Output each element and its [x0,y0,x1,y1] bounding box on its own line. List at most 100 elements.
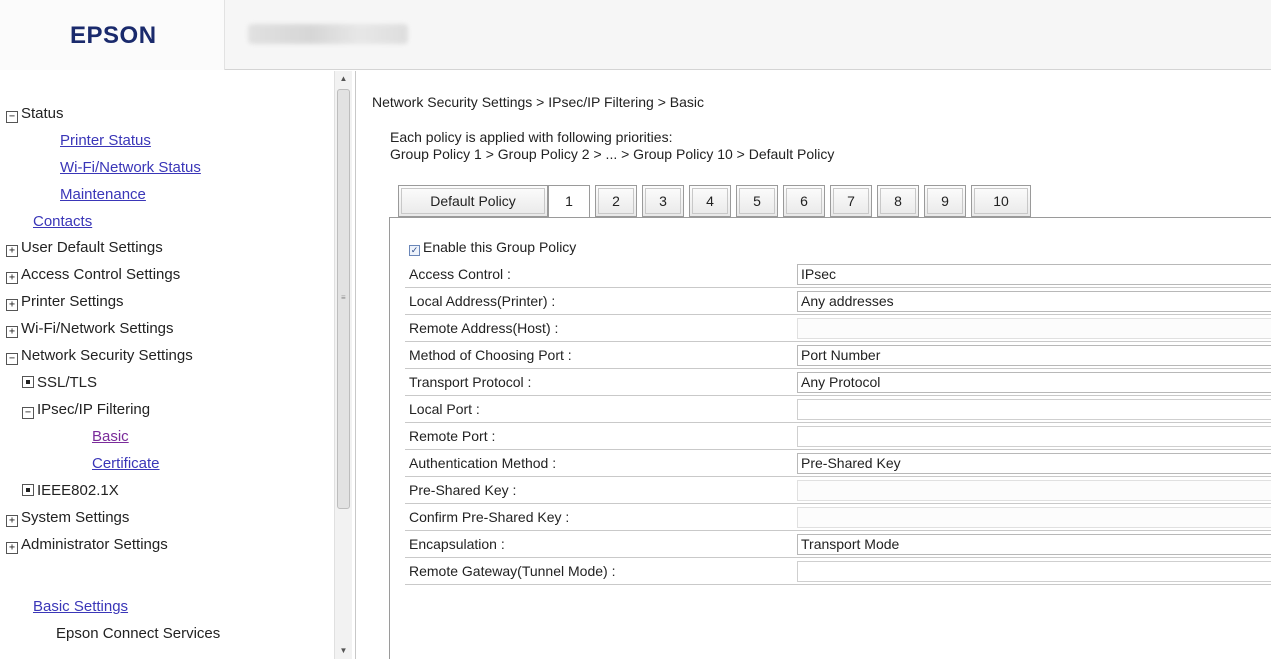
sidebar-item-ipsec-ip-filtering[interactable]: − IPsec/IP Filtering [22,400,150,420]
breadcrumb: Network Security Settings > IPsec/IP Fil… [372,94,704,110]
field-label: Encapsulation : [409,536,505,552]
grip-icon: ≡ [341,293,346,302]
expand-icon[interactable]: + [6,299,18,311]
field-label: Pre-Shared Key : [409,482,517,498]
select-value: Pre-Shared Key [801,455,901,471]
row-remote-gateway: Remote Gateway(Tunnel Mode) : [405,558,1271,585]
model-name-blurred [248,24,408,44]
local-address-select[interactable]: Any addresses▼ [797,291,1271,312]
remote-address-input[interactable] [797,318,1271,339]
tab-policy-10[interactable]: 10 [971,185,1031,217]
sidebar-item-access-control-settings[interactable]: + Access Control Settings [6,265,180,285]
collapse-icon[interactable]: − [6,111,18,123]
sidebar-link-maintenance[interactable]: Maintenance [60,185,146,205]
sidebar-item-ssl-tls[interactable]: SSL/TLS [22,373,97,393]
row-local-address: Local Address(Printer) : Any addresses▼ [405,288,1271,315]
row-remote-port: Remote Port : [405,423,1271,450]
row-access-control: Access Control : IPsec▼ [405,261,1271,288]
sidebar-item-epson-connect-services[interactable]: Epson Connect Services [56,624,220,644]
scroll-thumb[interactable]: ≡ [337,89,350,509]
tab-policy-6[interactable]: 6 [783,185,825,217]
sidebar-scrollbar[interactable]: ▲ ≡ ▼ [334,71,352,659]
method-port-select[interactable]: Port Number▼ [797,345,1271,366]
enable-group-policy[interactable]: ✓ Enable this Group Policy [409,239,576,256]
sidebar-item-printer-settings[interactable]: + Printer Settings [6,292,124,312]
sidebar-item-network-security-settings[interactable]: − Network Security Settings [6,346,193,366]
sidebar-item-label: Status [21,105,64,122]
sidebar-link-contacts[interactable]: Contacts [33,212,92,232]
remote-port-input[interactable] [797,426,1271,447]
transport-protocol-select[interactable]: Any Protocol▼ [797,372,1271,393]
sidebar-item-system-settings[interactable]: + System Settings [6,508,129,528]
bullet-square-icon [22,376,34,388]
collapse-icon[interactable]: − [22,407,34,419]
bullet-square-icon [22,484,34,496]
priority-note-line1: Each policy is applied with following pr… [390,129,673,145]
expand-icon[interactable]: + [6,245,18,257]
field-label: Authentication Method : [409,455,557,471]
collapse-icon[interactable]: − [6,353,18,365]
sidebar-item-label: IEEE802.1X [37,482,119,499]
tab-policy-9[interactable]: 9 [924,185,966,217]
tab-policy-4[interactable]: 4 [689,185,731,217]
tab-policy-1[interactable]: 1 [548,185,590,218]
row-remote-address: Remote Address(Host) : [405,315,1271,342]
access-control-select[interactable]: IPsec▼ [797,264,1271,285]
sidebar-link-certificate[interactable]: Certificate [92,454,160,474]
tab-default-policy[interactable]: Default Policy [398,185,548,217]
psk-input[interactable] [797,480,1271,501]
row-psk: Pre-Shared Key : [405,477,1271,504]
enable-label: Enable this Group Policy [423,239,577,255]
sidebar-item-label: IPsec/IP Filtering [37,401,151,418]
scroll-down-arrow-icon[interactable]: ▼ [335,643,352,659]
row-method-port: Method of Choosing Port : Port Number▼ [405,342,1271,369]
tab-policy-8[interactable]: 8 [877,185,919,217]
sidebar-item-label: SSL/TLS [37,374,98,391]
sidebar-item-user-default-settings[interactable]: + User Default Settings [6,238,163,258]
field-label: Remote Address(Host) : [409,320,559,336]
row-auth-method: Authentication Method : Pre-Shared Key▼ [405,450,1271,477]
sidebar-item-label: Administrator Settings [21,536,168,553]
sidebar-item-label: User Default Settings [21,239,163,256]
sidebar-link-basic[interactable]: Basic [92,427,129,447]
expand-icon[interactable]: + [6,272,18,284]
select-value: IPsec [801,266,837,282]
sidebar-item-label: Access Control Settings [21,266,181,283]
row-local-port: Local Port : [405,396,1271,423]
tab-label: 1 [565,193,573,209]
tab-policy-5[interactable]: 5 [736,185,778,217]
priority-note-line2: Group Policy 1 > Group Policy 2 > ... > … [390,146,835,162]
tab-policy-2[interactable]: 2 [595,185,637,217]
sidebar-item-administrator-settings[interactable]: + Administrator Settings [6,535,168,555]
field-label: Transport Protocol : [409,374,532,390]
expand-icon[interactable]: + [6,326,18,338]
encapsulation-select[interactable]: Transport Mode▼ [797,534,1271,555]
auth-method-select[interactable]: Pre-Shared Key▼ [797,453,1271,474]
sidebar-item-wifi-network-settings[interactable]: + Wi-Fi/Network Settings [6,319,174,339]
expand-icon[interactable]: + [6,542,18,554]
field-label: Access Control : [409,266,511,282]
field-label: Remote Gateway(Tunnel Mode) : [409,563,616,579]
scroll-up-arrow-icon[interactable]: ▲ [335,71,352,87]
sidebar-item-ieee8021x[interactable]: IEEE802.1X [22,481,119,501]
sidebar-item-label: Network Security Settings [21,347,193,364]
confirm-psk-input[interactable] [797,507,1271,528]
sidebar-link-printer-status[interactable]: Printer Status [60,131,151,151]
sidebar-link-wifi-network-status[interactable]: Wi-Fi/Network Status [60,158,201,178]
expand-icon[interactable]: + [6,515,18,527]
row-encapsulation: Encapsulation : Transport Mode▼ [405,531,1271,558]
sidebar-item-status[interactable]: − Status [6,104,64,124]
field-label: Local Port : [409,401,480,417]
main-content: Network Security Settings > IPsec/IP Fil… [357,71,1271,659]
sidebar: − Status Printer Status Wi-Fi/Network Sta… [0,71,356,659]
enable-checkbox[interactable]: ✓ [409,245,420,256]
select-value: Transport Mode [801,536,900,552]
tab-policy-3[interactable]: 3 [642,185,684,217]
remote-gateway-input[interactable] [797,561,1271,582]
sidebar-link-basic-settings[interactable]: Basic Settings [33,597,128,617]
local-port-input[interactable] [797,399,1271,420]
field-label: Method of Choosing Port : [409,347,572,363]
field-label: Remote Port : [409,428,496,444]
tab-policy-7[interactable]: 7 [830,185,872,217]
epson-logo: EPSON [70,22,157,49]
